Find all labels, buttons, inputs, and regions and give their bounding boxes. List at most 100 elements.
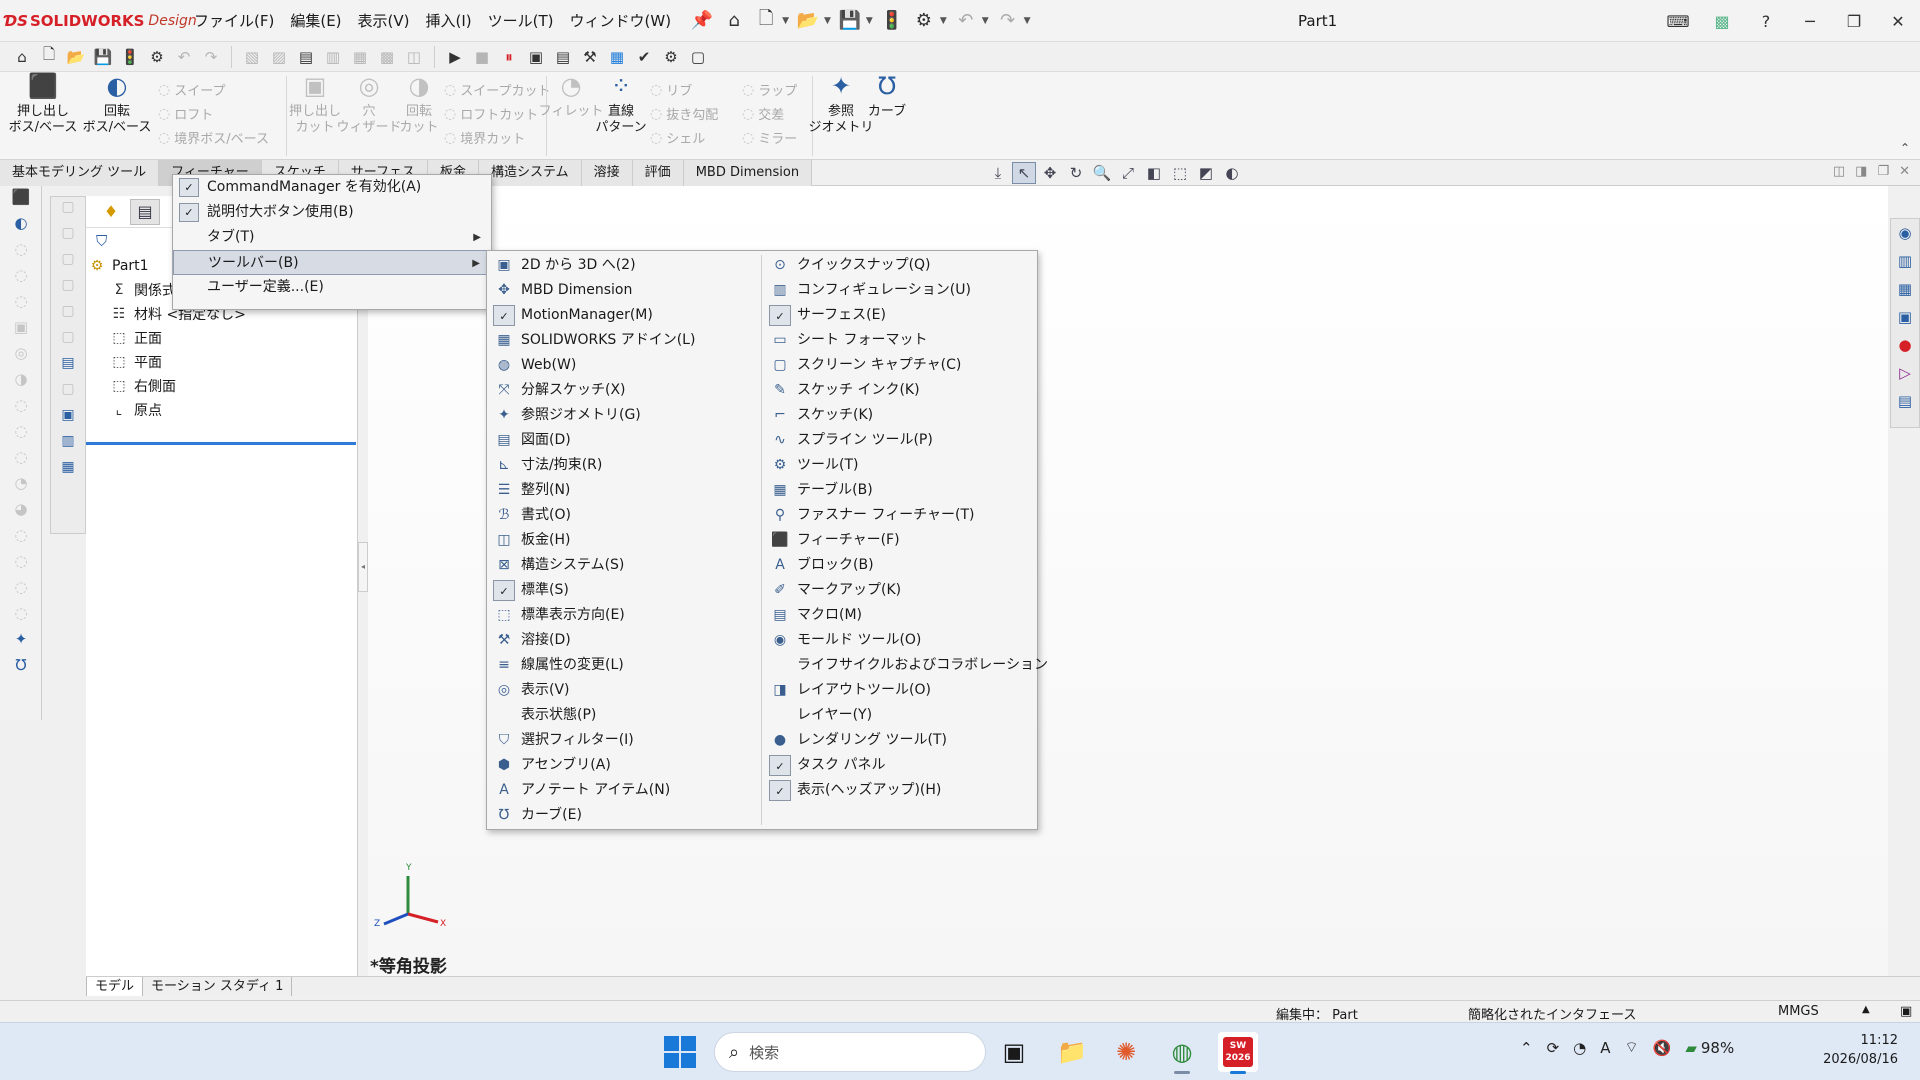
extrude-boss-button[interactable]: ⬛ 押し出し ボス/ベース (8, 74, 78, 136)
toolbar-menu-item[interactable]: ● レンダリング ツール(T) (763, 728, 1033, 753)
loft-cut-button[interactable]: ◌ ロフトカット (444, 104, 538, 124)
menu-item-enable-commandmanager[interactable]: ✓ CommandManager を有効化(A) (173, 175, 491, 200)
toolbar-menu-item[interactable]: ✓ MotionManager(M) (487, 303, 757, 328)
toolbar-menu-item[interactable]: ☰ 整列(N) (487, 478, 757, 503)
revolve-boss-button[interactable]: ◐ 回転 ボス/ベース (82, 74, 152, 136)
toolbar-menu-item[interactable]: ◨ レイアウトツール(O) (763, 678, 1033, 703)
menu-item-customize[interactable]: ユーザー定義...(E) (173, 275, 491, 300)
tree-item-top-plane[interactable]: ⬚ 平面 (86, 350, 357, 374)
collapse-ribbon-icon[interactable]: ⌃ (1900, 141, 1910, 155)
toolbar-menu-item[interactable]: ▣ 2D から 3D へ(2) (487, 253, 757, 278)
sketch-tool-icon[interactable]: ▥ (321, 45, 345, 69)
new-document-icon[interactable]: 🗋 (753, 8, 779, 34)
chevron-down-icon[interactable]: ▼ (982, 16, 989, 26)
select-icon[interactable]: ↖ (1012, 162, 1036, 184)
toolbar-menu-item[interactable]: A アノテート アイテム(N) (487, 778, 757, 803)
restore-view-icon[interactable]: ❐ (1877, 164, 1889, 179)
solidworks-taskbar-icon[interactable]: SW 2026 (1218, 1032, 1258, 1074)
interface-mode[interactable]: 簡略化されたインタフェース (1468, 1004, 1636, 1023)
panel-collapse-handle[interactable]: ◂ (358, 542, 368, 592)
curve-icon[interactable]: ℧ (6, 656, 36, 680)
toolbar-menu-item[interactable]: ▦ テーブル(B) (763, 478, 1033, 503)
linear-pattern-button[interactable]: ⁘ 直線 パターン (586, 74, 656, 136)
toolbar-menu-item[interactable]: ✓ タスク パネル (763, 753, 1033, 778)
tool-icon[interactable]: ▢ (53, 303, 83, 327)
forum-icon[interactable]: ▤ (1891, 387, 1919, 415)
customize-icon[interactable]: ▦ (605, 45, 629, 69)
toolbar-menu-item[interactable]: ⛉ 選択フィルター(I) (487, 728, 757, 753)
wifi-icon[interactable]: ⌔ (1625, 1038, 1639, 1057)
toolbar-menu-item[interactable]: ⊠ 構造システム(S) (487, 553, 757, 578)
rollback-bar[interactable] (86, 442, 356, 445)
undo-icon[interactable]: ↶ (172, 45, 196, 69)
annotation-tool-icon[interactable]: ▤ (294, 45, 318, 69)
taskbar-search[interactable]: ⌕ 検索 (714, 1032, 986, 1072)
menu-window[interactable]: ウィンドウ(W) (562, 0, 680, 42)
tool-icon[interactable]: ▢ (53, 251, 83, 275)
toolbar-menu-item[interactable]: ⚲ ファスナー フィーチャー(T) (763, 503, 1033, 528)
check-tool-icon[interactable]: ✔ (632, 45, 656, 69)
toolbar-menu-item[interactable]: ∿ スプライン ツール(P) (763, 428, 1033, 453)
hole-wizard-icon[interactable]: ◎ (6, 344, 36, 368)
property-manager-icon[interactable]: ▤ (130, 198, 160, 225)
reference-geometry-icon[interactable]: ✦ (6, 630, 36, 654)
menu-file[interactable]: ファイル(F) (186, 0, 282, 42)
toolbar-menu-item[interactable]: ◎ 表示(V) (487, 678, 757, 703)
wrap-icon[interactable]: ◌ (6, 604, 36, 628)
tool-icon[interactable]: ▢ (53, 381, 83, 405)
toolbar-menu-item[interactable]: ℧ カーブ(E) (487, 803, 757, 828)
menu-edit[interactable]: 編集(E) (282, 0, 349, 42)
toolbar-menu-item[interactable]: ✓ 表示(ヘッズアップ)(H) (763, 778, 1033, 803)
toolbar-menu-item[interactable]: ⊙ クイックスナップ(Q) (763, 253, 1033, 278)
gear-icon[interactable]: ⚙ (911, 8, 937, 34)
save-icon[interactable]: 💾 (837, 8, 863, 34)
chrome-icon[interactable]: ◍ (1162, 1032, 1202, 1074)
open-icon[interactable]: 📂 (64, 45, 88, 69)
hide-show-icon[interactable]: ◐ (1220, 162, 1244, 184)
traffic-light-icon[interactable]: 🚦 (118, 45, 142, 69)
design-library-icon[interactable]: ▥ (1891, 247, 1919, 275)
toolbar-menu-item[interactable]: ⬢ アセンブリ(A) (487, 753, 757, 778)
speaker-muted-icon[interactable]: 🔇 (1653, 1039, 1672, 1057)
tool-icon[interactable]: ▢ (53, 199, 83, 223)
revolve-boss-icon[interactable]: ◐ (6, 214, 36, 238)
sweep-cut-button[interactable]: ◌ スイープカット (444, 80, 550, 100)
display-style-icon[interactable]: ◩ (1194, 162, 1218, 184)
gear-icon[interactable]: ⚙ (145, 45, 169, 69)
boundary-cut-button[interactable]: ◌ 境界カット (444, 128, 525, 148)
loft-icon[interactable]: ◌ (6, 266, 36, 290)
pan-icon[interactable]: ✥ (1038, 162, 1062, 184)
app-icon[interactable]: ✺ (1106, 1032, 1146, 1072)
toolbar-menu-item[interactable]: ✎ スケッチ インク(K) (763, 378, 1033, 403)
file-explorer-icon[interactable]: ▦ (1891, 275, 1919, 303)
revolve-cut-icon[interactable]: ◑ (6, 370, 36, 394)
chevron-up-icon[interactable]: ▲ (1862, 1004, 1870, 1015)
toolbar-menu-item[interactable]: ✓ 標準(S) (487, 578, 757, 603)
status-options-icon[interactable]: ▣ (1900, 1004, 1912, 1019)
sketch-tool-icon[interactable]: ▦ (348, 45, 372, 69)
stop-icon[interactable]: ■ (470, 45, 494, 69)
units-selector[interactable]: MMGS (1778, 1004, 1819, 1019)
toolbar-menu-item[interactable]: ライフサイクルおよびコラボレーション (763, 653, 1048, 678)
toolbar-menu-item[interactable]: 表示状態(P) (487, 703, 757, 728)
tab-evaluate[interactable]: 評価 (632, 160, 684, 186)
taskbar-clock[interactable]: 11:12 2026/08/16 (1823, 1031, 1898, 1069)
network-app-icon[interactable]: ◔ (1573, 1039, 1586, 1057)
menu-item-tabs[interactable]: タブ(T) ▶ (173, 225, 491, 250)
file-explorer-icon[interactable]: 📁 (1052, 1032, 1092, 1072)
tool-icon[interactable]: ▣ (53, 407, 83, 431)
shell-button[interactable]: ◌ シェル (650, 128, 705, 148)
draft-button[interactable]: ◌ 抜き勾配 (650, 104, 718, 124)
start-button[interactable] (664, 1036, 696, 1068)
close-view-icon[interactable]: ✕ (1899, 164, 1910, 179)
tab-model[interactable]: モデル (86, 977, 144, 996)
app-logo[interactable]: ƊS SOLIDWORKS Design (0, 12, 197, 30)
macro-icon[interactable]: ⚒ (578, 45, 602, 69)
toolbar-menu-item[interactable]: A ブロック(B) (763, 553, 1033, 578)
tool-icon[interactable]: ▢ (53, 225, 83, 249)
rib-button[interactable]: ◌ リブ (650, 80, 692, 100)
toolbar-menu-item[interactable]: ▦ SOLIDWORKS アドイン(L) (487, 328, 757, 353)
redo-icon[interactable]: ↷ (995, 8, 1021, 34)
sketch-tool-icon[interactable]: ▨ (267, 45, 291, 69)
help-icon[interactable]: ? (1744, 0, 1788, 42)
